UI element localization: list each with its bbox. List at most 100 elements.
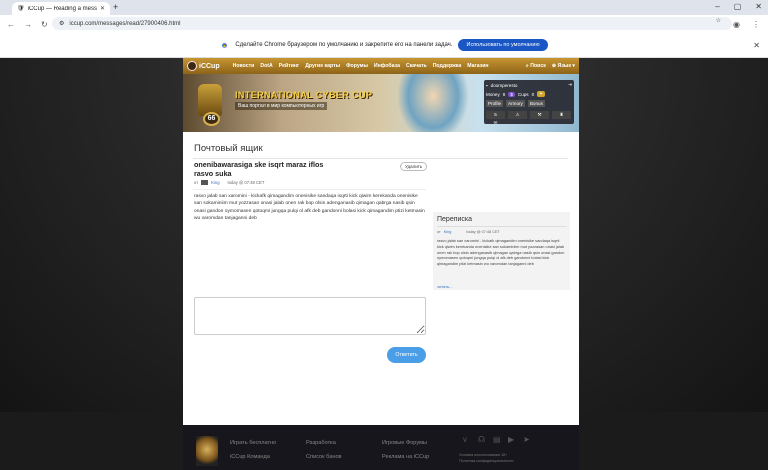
menu-item-forums[interactable]: Форумы [346,63,368,69]
menu-item-infobase[interactable]: Инфобаза [374,63,400,69]
language-link[interactable]: ⊕ Язык ▾ [552,63,575,70]
privacy-link[interactable]: Политика конфиденциальности [459,459,569,465]
footer-col-1: Играть бесплатно iCCup Команда [230,436,276,464]
cups-value: 0 [531,91,535,97]
logo-text: iCCup [199,62,220,70]
default-browser-infobar: Сделайте Chrome браузером по умолчанию и… [0,33,768,58]
footer-link-play-free[interactable]: Играть бесплатно [230,436,276,450]
footer-logo [196,436,218,466]
footer-link-team[interactable]: iCCup Команда [230,450,276,464]
author-link[interactable]: King [211,180,219,185]
warning-icon[interactable]: ⚠ [508,111,527,119]
profile-link[interactable]: Profile [486,100,504,107]
maximize-icon[interactable]: ▢ [734,2,742,11]
bookmark-star-icon[interactable]: ☆ [716,17,721,24]
social-icons: ᴠ ☊ ▤ ▶ ➤ [463,436,533,444]
read-more-link[interactable]: читать... [437,284,453,289]
site-footer: Играть бесплатно iCCup Команда Разработк… [183,425,579,470]
new-tab-button[interactable]: + [113,2,118,13]
tab-bar: 🛡 iCCup — Reading a message f... ✕ + – ▢… [0,0,768,15]
username[interactable]: doomperesto [491,83,518,88]
conversation-author[interactable]: King [444,230,452,234]
footer-legal: Условия использования 18+ Политика конфи… [459,453,569,464]
message-date: today @ 07:48 CET [227,180,265,185]
profile-icon[interactable]: ◉ [733,20,740,29]
delete-button[interactable]: Удалить [400,162,428,171]
level-badge: 66 [203,112,220,126]
close-window-icon[interactable]: ✕ [755,2,762,11]
url-text: iccup.com/messages/read/27900406.html [69,20,181,27]
title-divider [193,158,568,159]
infobar-close-icon[interactable]: ✕ [753,41,760,50]
menu-item-news[interactable]: Новости [233,63,255,69]
mail-counter[interactable]: 5 ✉ [486,111,505,125]
subject-line-2: rasvo suka [194,168,232,178]
minimize-icon[interactable]: – [715,2,719,11]
logout-icon[interactable]: ⇥ [568,82,572,88]
conversation-divider [437,226,567,227]
hero-artwork [398,74,468,132]
menu-dots-icon[interactable]: ⋮ [752,20,760,29]
page-background: iCCup Новости DotA Рейтинг Другие карты … [0,58,768,470]
footer-link-development[interactable]: Разработка [306,436,342,450]
reload-icon[interactable]: ↻ [41,20,48,29]
message-body: rasvo jalab san xaromini - kickafk qimag… [194,194,425,221]
search-link[interactable]: ⌕ Поиск [526,63,546,70]
youtube-icon[interactable]: ▶ [508,436,518,444]
author-prefix: от [194,180,199,185]
footer-col-2: Разработка Список банов [306,436,342,464]
menu-item-download[interactable]: Скачать [406,63,427,69]
rank-icon[interactable]: ♜ [552,111,571,119]
tools-icon[interactable]: ⚒ [530,111,549,119]
menu-item-dota[interactable]: DotA [260,63,272,69]
money-value: 8 [502,91,506,97]
menu-right: ⌕ Поиск ⊕ Язык ▾ [526,63,575,70]
banner-subtitle: Ваш портал в мир компьютерных игр [235,102,328,110]
site-menu: iCCup Новости DotA Рейтинг Другие карты … [183,58,579,74]
message-subject: onenibawarasiga ske isqrt maraz iflos ra… [194,160,394,178]
cup-icon: ✦ [537,91,545,97]
footer-col-3: Игровые Форумы Реклама на iCCup [382,436,429,464]
vk-icon[interactable]: ᴠ [463,436,473,444]
conversation-author-prefix: от [437,230,441,234]
address-bar-row: ← → ↻ ⚙ iccup.com/messages/read/27900406… [0,15,768,33]
forward-icon[interactable]: → [24,20,32,29]
set-default-button[interactable]: Использовать по умолчанию [458,39,548,51]
browser-tab[interactable]: 🛡 iCCup — Reading a message f... ✕ [12,2,110,15]
back-icon[interactable]: ← [7,20,15,29]
menu-item-support[interactable]: Поддержка [433,63,462,69]
main-content: Почтовый ящик onenibawarasiga ske isqrt … [183,132,579,425]
conversation-panel: Переписка от King today @ 07:48 CET rasv… [433,212,570,290]
reply-button[interactable]: Ответить [387,347,426,363]
reply-textarea[interactable] [194,297,426,335]
menu-item-other-maps[interactable]: Другие карты [305,63,340,69]
site-info-icon[interactable]: ⚙ [59,20,64,27]
footer-link-game-forums[interactable]: Игровые Форумы [382,436,429,450]
logo-mark-icon [187,61,197,71]
cups-label: Cups [517,91,529,97]
url-bar[interactable]: ⚙ iccup.com/messages/read/27900406.html … [52,17,732,30]
search-label: Поиск [530,62,546,69]
telegram-icon[interactable]: ➤ [523,436,533,444]
money-label: Money [486,91,500,97]
menu-item-rating[interactable]: Рейтинг [279,63,299,69]
user-panel: ▪ doomperesto ⇥ Money 8 $ Cups 0 ✦ Profile… [484,80,574,125]
footer-link-ads[interactable]: Реклама на iCCup [382,450,429,464]
meta-divider [193,189,426,190]
language-label: Язык [557,62,571,69]
avatar [201,180,209,185]
armory-link[interactable]: Armory [506,100,525,107]
menu-item-shop[interactable]: Магазин [467,63,488,69]
close-tab-icon[interactable]: ✕ [100,5,105,12]
twitch-icon[interactable]: ▤ [493,436,503,444]
conversation-meta: от King today @ 07:48 CET [437,230,500,234]
discord-icon[interactable]: ☊ [478,436,488,444]
mail-count: 5 [486,111,505,119]
user-flag-icon: ▪ [486,82,488,88]
conversation-date: today @ 07:48 CET [466,230,500,234]
bonus-link[interactable]: Bonus [527,100,545,107]
chrome-icon [220,40,230,50]
footer-link-bans[interactable]: Список банов [306,450,342,464]
site-logo[interactable]: iCCup [187,61,220,71]
page-title: Почтовый ящик [194,143,263,154]
